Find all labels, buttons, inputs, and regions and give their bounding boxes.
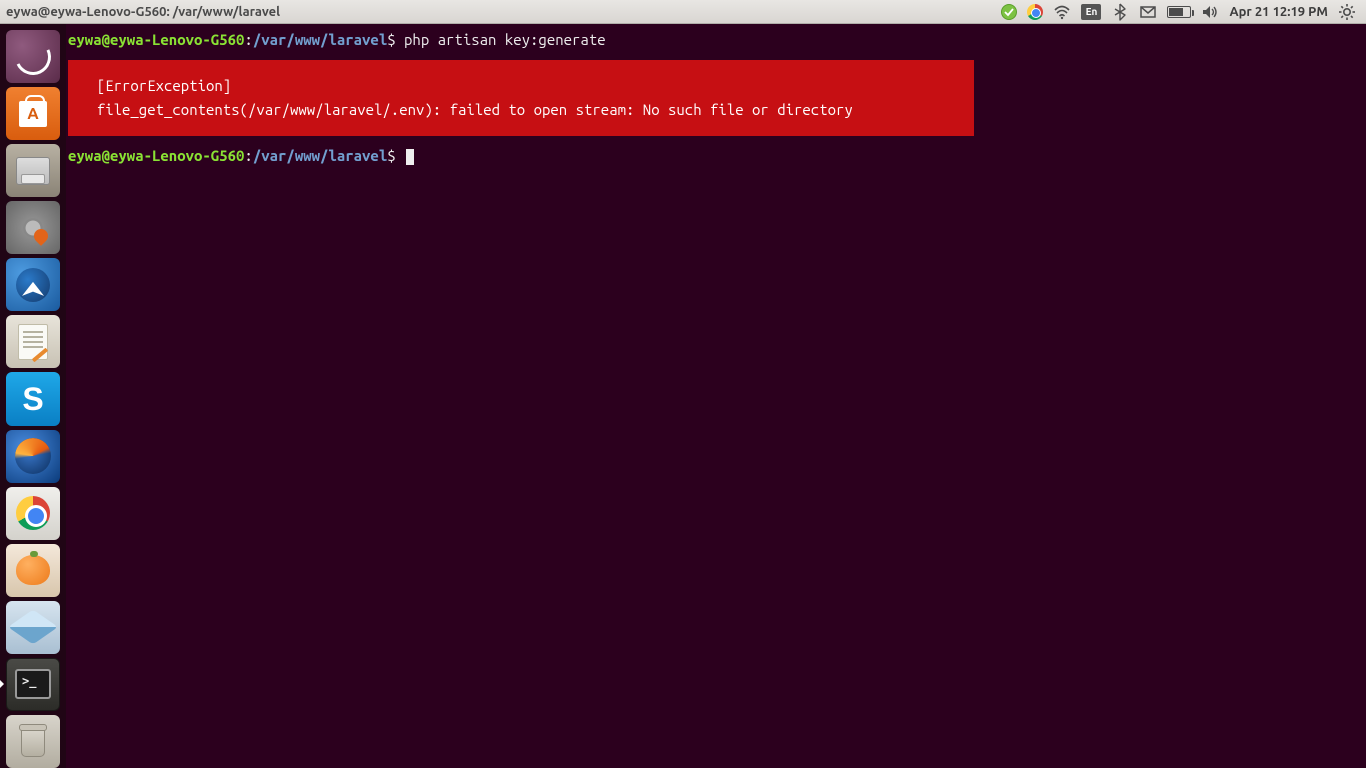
battery-icon[interactable] — [1167, 6, 1191, 18]
volume-icon[interactable] — [1201, 3, 1219, 21]
terminal-window[interactable]: eywa@eywa-Lenovo-G560:/var/www/laravel$ … — [66, 24, 1366, 768]
keyboard-layout-indicator[interactable]: En — [1081, 4, 1101, 20]
terminal-prompt-idle: eywa@eywa-Lenovo-G560:/var/www/laravel$ — [68, 144, 1364, 168]
prompt-user-host: eywa@eywa-Lenovo-G560 — [68, 31, 244, 48]
launcher-dash-icon[interactable] — [6, 30, 60, 83]
terminal-prompt-line: eywa@eywa-Lenovo-G560:/var/www/laravel$ … — [68, 28, 1364, 52]
unity-launcher: S — [0, 24, 66, 768]
launcher-software-center-icon[interactable] — [6, 87, 60, 140]
prompt-path: /var/www/laravel — [253, 31, 387, 48]
clock[interactable]: Apr 21 12:19 PM — [1229, 5, 1328, 19]
terminal-cursor — [406, 149, 414, 165]
wifi-icon[interactable] — [1053, 3, 1071, 21]
terminal-error-block: [ErrorException] file_get_contents(/var/… — [68, 60, 974, 136]
error-message: file_get_contents(/var/www/laravel/.env)… — [80, 98, 962, 122]
error-exception-label: [ErrorException] — [80, 74, 962, 98]
launcher-virtualbox-icon[interactable] — [6, 601, 60, 654]
launcher-trash-icon[interactable] — [6, 715, 60, 768]
update-ok-icon[interactable] — [1001, 4, 1017, 20]
terminal-command: php artisan key:generate — [404, 31, 606, 48]
launcher-skype-icon[interactable]: S — [6, 372, 60, 425]
system-tray: En Apr 21 12:19 PM — [1001, 3, 1360, 21]
launcher-text-editor-icon[interactable] — [6, 315, 60, 368]
chrome-indicator-icon[interactable] — [1027, 4, 1043, 20]
launcher-clementine-icon[interactable] — [6, 544, 60, 597]
launcher-terminal-icon[interactable] — [6, 658, 60, 711]
mail-icon[interactable] — [1139, 3, 1157, 21]
top-menu-bar: eywa@eywa-Lenovo-G560: /var/www/laravel … — [0, 0, 1366, 24]
bluetooth-icon[interactable] — [1111, 3, 1129, 21]
launcher-thunderbird-icon[interactable] — [6, 258, 60, 311]
launcher-chrome-icon[interactable] — [6, 487, 60, 540]
launcher-files-icon[interactable] — [6, 144, 60, 197]
launcher-settings-icon[interactable] — [6, 201, 60, 254]
window-title: eywa@eywa-Lenovo-G560: /var/www/laravel — [6, 5, 280, 19]
launcher-firefox-icon[interactable] — [6, 430, 60, 483]
session-gear-icon[interactable] — [1338, 3, 1356, 21]
